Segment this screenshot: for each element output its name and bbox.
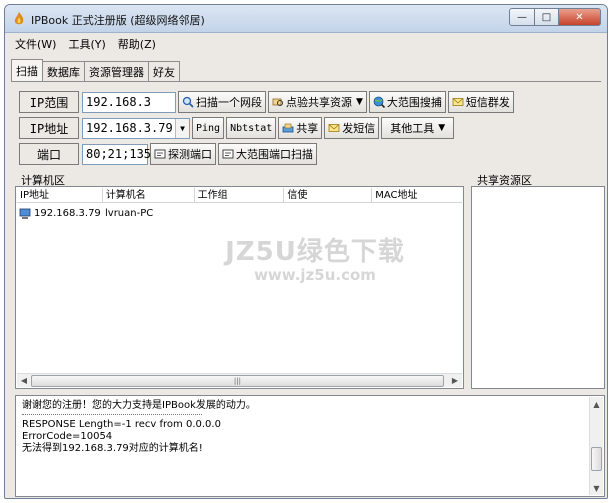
share-button[interactable]: 共享 xyxy=(278,117,323,139)
title-bar[interactable]: IPBook 正式注册版 (超级网络邻居) — □ ✕ xyxy=(5,5,607,33)
scroll-up-icon[interactable]: ▲ xyxy=(590,397,603,411)
row-computer-name: lvruan-PC xyxy=(105,208,154,219)
computer-list[interactable]: IP地址 计算机名 工作组 信使 MAC地址 192.168.3.79 lvru… xyxy=(15,186,464,389)
col-mac[interactable]: MAC地址 xyxy=(372,188,462,203)
scroll-down-icon[interactable]: ▼ xyxy=(590,481,603,495)
envelope-icon xyxy=(452,98,464,106)
share-search-icon xyxy=(272,98,283,106)
log-line: ErrorCode=10054 xyxy=(22,431,113,442)
scan-segment-label: 扫描一个网段 xyxy=(196,96,262,109)
ip-address-value: 192.168.3.79 xyxy=(86,121,173,135)
tab-strip: 扫描 数据库 资源管理器 好友 xyxy=(11,59,180,81)
row-ip: 192.168.3.79 xyxy=(34,208,101,219)
check-share-label: 点验共享资源 xyxy=(286,96,352,109)
log-separator xyxy=(22,414,202,415)
col-ip[interactable]: IP地址 xyxy=(17,188,103,203)
share-resource-list[interactable] xyxy=(471,186,605,389)
col-workgroup[interactable]: 工作组 xyxy=(195,188,285,203)
computer-list-header: IP地址 计算机名 工作组 信使 MAC地址 xyxy=(17,188,462,203)
scroll-left-icon[interactable]: ◀ xyxy=(17,374,31,388)
port-label: 端口 xyxy=(19,143,79,165)
ip-range-label: IP范围 xyxy=(19,91,79,113)
wide-port-scan-button[interactable]: 大范围端口扫描 xyxy=(218,143,317,165)
log-lines: 谢谢您的注册！您的大力支持是IPBook发展的动力。 RESPONSE Leng… xyxy=(22,400,586,455)
scroll-track[interactable]: ||| xyxy=(31,374,448,387)
scroll-thumb[interactable] xyxy=(591,447,602,471)
menu-file[interactable]: 文件(W) xyxy=(15,36,56,52)
ip-range-row: IP范围 192.168.3 扫描一个网段 点验共享资源 ▼ 大范围搜捕 短信群… xyxy=(19,90,514,114)
port-input[interactable]: 80;21;135 xyxy=(82,143,151,165)
tab-resource-manager[interactable]: 资源管理器 xyxy=(84,61,149,81)
wide-sniff-button[interactable]: 大范围搜捕 xyxy=(368,91,446,113)
probe-port-button[interactable]: 探测端口 xyxy=(150,143,216,165)
log-line: RESPONSE Length=-1 recv from 0.0.0.0 xyxy=(22,419,221,430)
window-controls: — □ ✕ xyxy=(509,8,601,26)
nbtstat-button[interactable]: Nbtstat xyxy=(226,117,277,139)
wide-port-scan-label: 大范围端口扫描 xyxy=(236,148,313,161)
ip-address-label: IP地址 xyxy=(19,117,79,139)
wide-sniff-label: 大范围搜捕 xyxy=(386,96,442,109)
globe-search-icon xyxy=(373,96,385,108)
ip-range-input[interactable]: 192.168.3 xyxy=(82,91,176,113)
check-share-button[interactable]: 点验共享资源 ▼ xyxy=(268,91,367,113)
envelope-icon xyxy=(328,124,340,132)
minimize-button[interactable]: — xyxy=(509,8,535,26)
probe-port-label: 探测端口 xyxy=(168,148,212,161)
col-messenger[interactable]: 信使 xyxy=(284,188,373,203)
other-tools-button[interactable]: 其他工具 ▼ xyxy=(381,117,455,139)
col-computer-name[interactable]: 计算机名 xyxy=(103,188,195,203)
ip-address-row: IP地址 192.168.3.79 ▼ Ping Nbtstat 共享 发短信 … xyxy=(19,116,455,140)
scan-segment-button[interactable]: 扫描一个网段 xyxy=(178,91,266,113)
port-scan-icon xyxy=(222,149,234,159)
log-welcome: 谢谢您的注册！您的大力支持是IPBook发展的动力。 xyxy=(22,400,256,411)
port-probe-icon xyxy=(154,149,166,159)
log-line: 无法得到192.168.3.79对应的计算机名! xyxy=(22,443,203,454)
ping-button[interactable]: Ping xyxy=(192,117,225,139)
scroll-right-icon[interactable]: ▶ xyxy=(448,374,462,388)
tab-friends[interactable]: 好友 xyxy=(148,61,180,81)
sms-group-button[interactable]: 短信群发 xyxy=(447,91,514,113)
tab-database[interactable]: 数据库 xyxy=(42,61,85,81)
scroll-thumb[interactable]: ||| xyxy=(31,374,444,387)
chevron-down-icon[interactable]: ▼ xyxy=(175,118,189,138)
tab-divider xyxy=(11,81,601,82)
share-hand-icon xyxy=(282,123,294,133)
maximize-button[interactable]: □ xyxy=(535,8,559,26)
send-sms-label: 发短信 xyxy=(342,122,376,135)
app-flame-icon xyxy=(14,12,24,25)
app-window: IPBook 正式注册版 (超级网络邻居) — □ ✕ 文件(W) 工具(Y) … xyxy=(4,4,608,499)
port-row: 端口 80;21;135 探测端口 大范围端口扫描 xyxy=(19,142,317,166)
log-vscrollbar[interactable]: ▲ ▼ xyxy=(589,397,603,495)
table-row[interactable]: 192.168.3.79 lvruan-PC xyxy=(17,206,193,221)
menu-tools[interactable]: 工具(Y) xyxy=(68,36,105,52)
ip-address-combo[interactable]: 192.168.3.79 ▼ xyxy=(82,117,190,139)
magnifier-icon xyxy=(182,96,194,108)
chevron-down-icon: ▼ xyxy=(438,123,446,133)
computer-list-hscrollbar[interactable]: ◀ ||| ▶ xyxy=(17,373,462,387)
menu-help[interactable]: 帮助(Z) xyxy=(118,36,156,52)
tab-scan[interactable]: 扫描 xyxy=(11,59,43,81)
send-sms-button[interactable]: 发短信 xyxy=(324,117,380,139)
other-tools-label: 其他工具 xyxy=(390,122,435,135)
sms-group-label: 短信群发 xyxy=(465,96,510,109)
share-label: 共享 xyxy=(296,122,319,135)
menu-bar: 文件(W) 工具(Y) 帮助(Z) xyxy=(5,35,607,53)
computer-icon xyxy=(19,208,31,219)
window-title: IPBook 正式注册版 (超级网络邻居) xyxy=(31,14,205,27)
close-button[interactable]: ✕ xyxy=(559,8,601,26)
log-output[interactable]: 谢谢您的注册！您的大力支持是IPBook发展的动力。 RESPONSE Leng… xyxy=(15,395,605,497)
chevron-down-icon[interactable]: ▼ xyxy=(356,97,363,107)
